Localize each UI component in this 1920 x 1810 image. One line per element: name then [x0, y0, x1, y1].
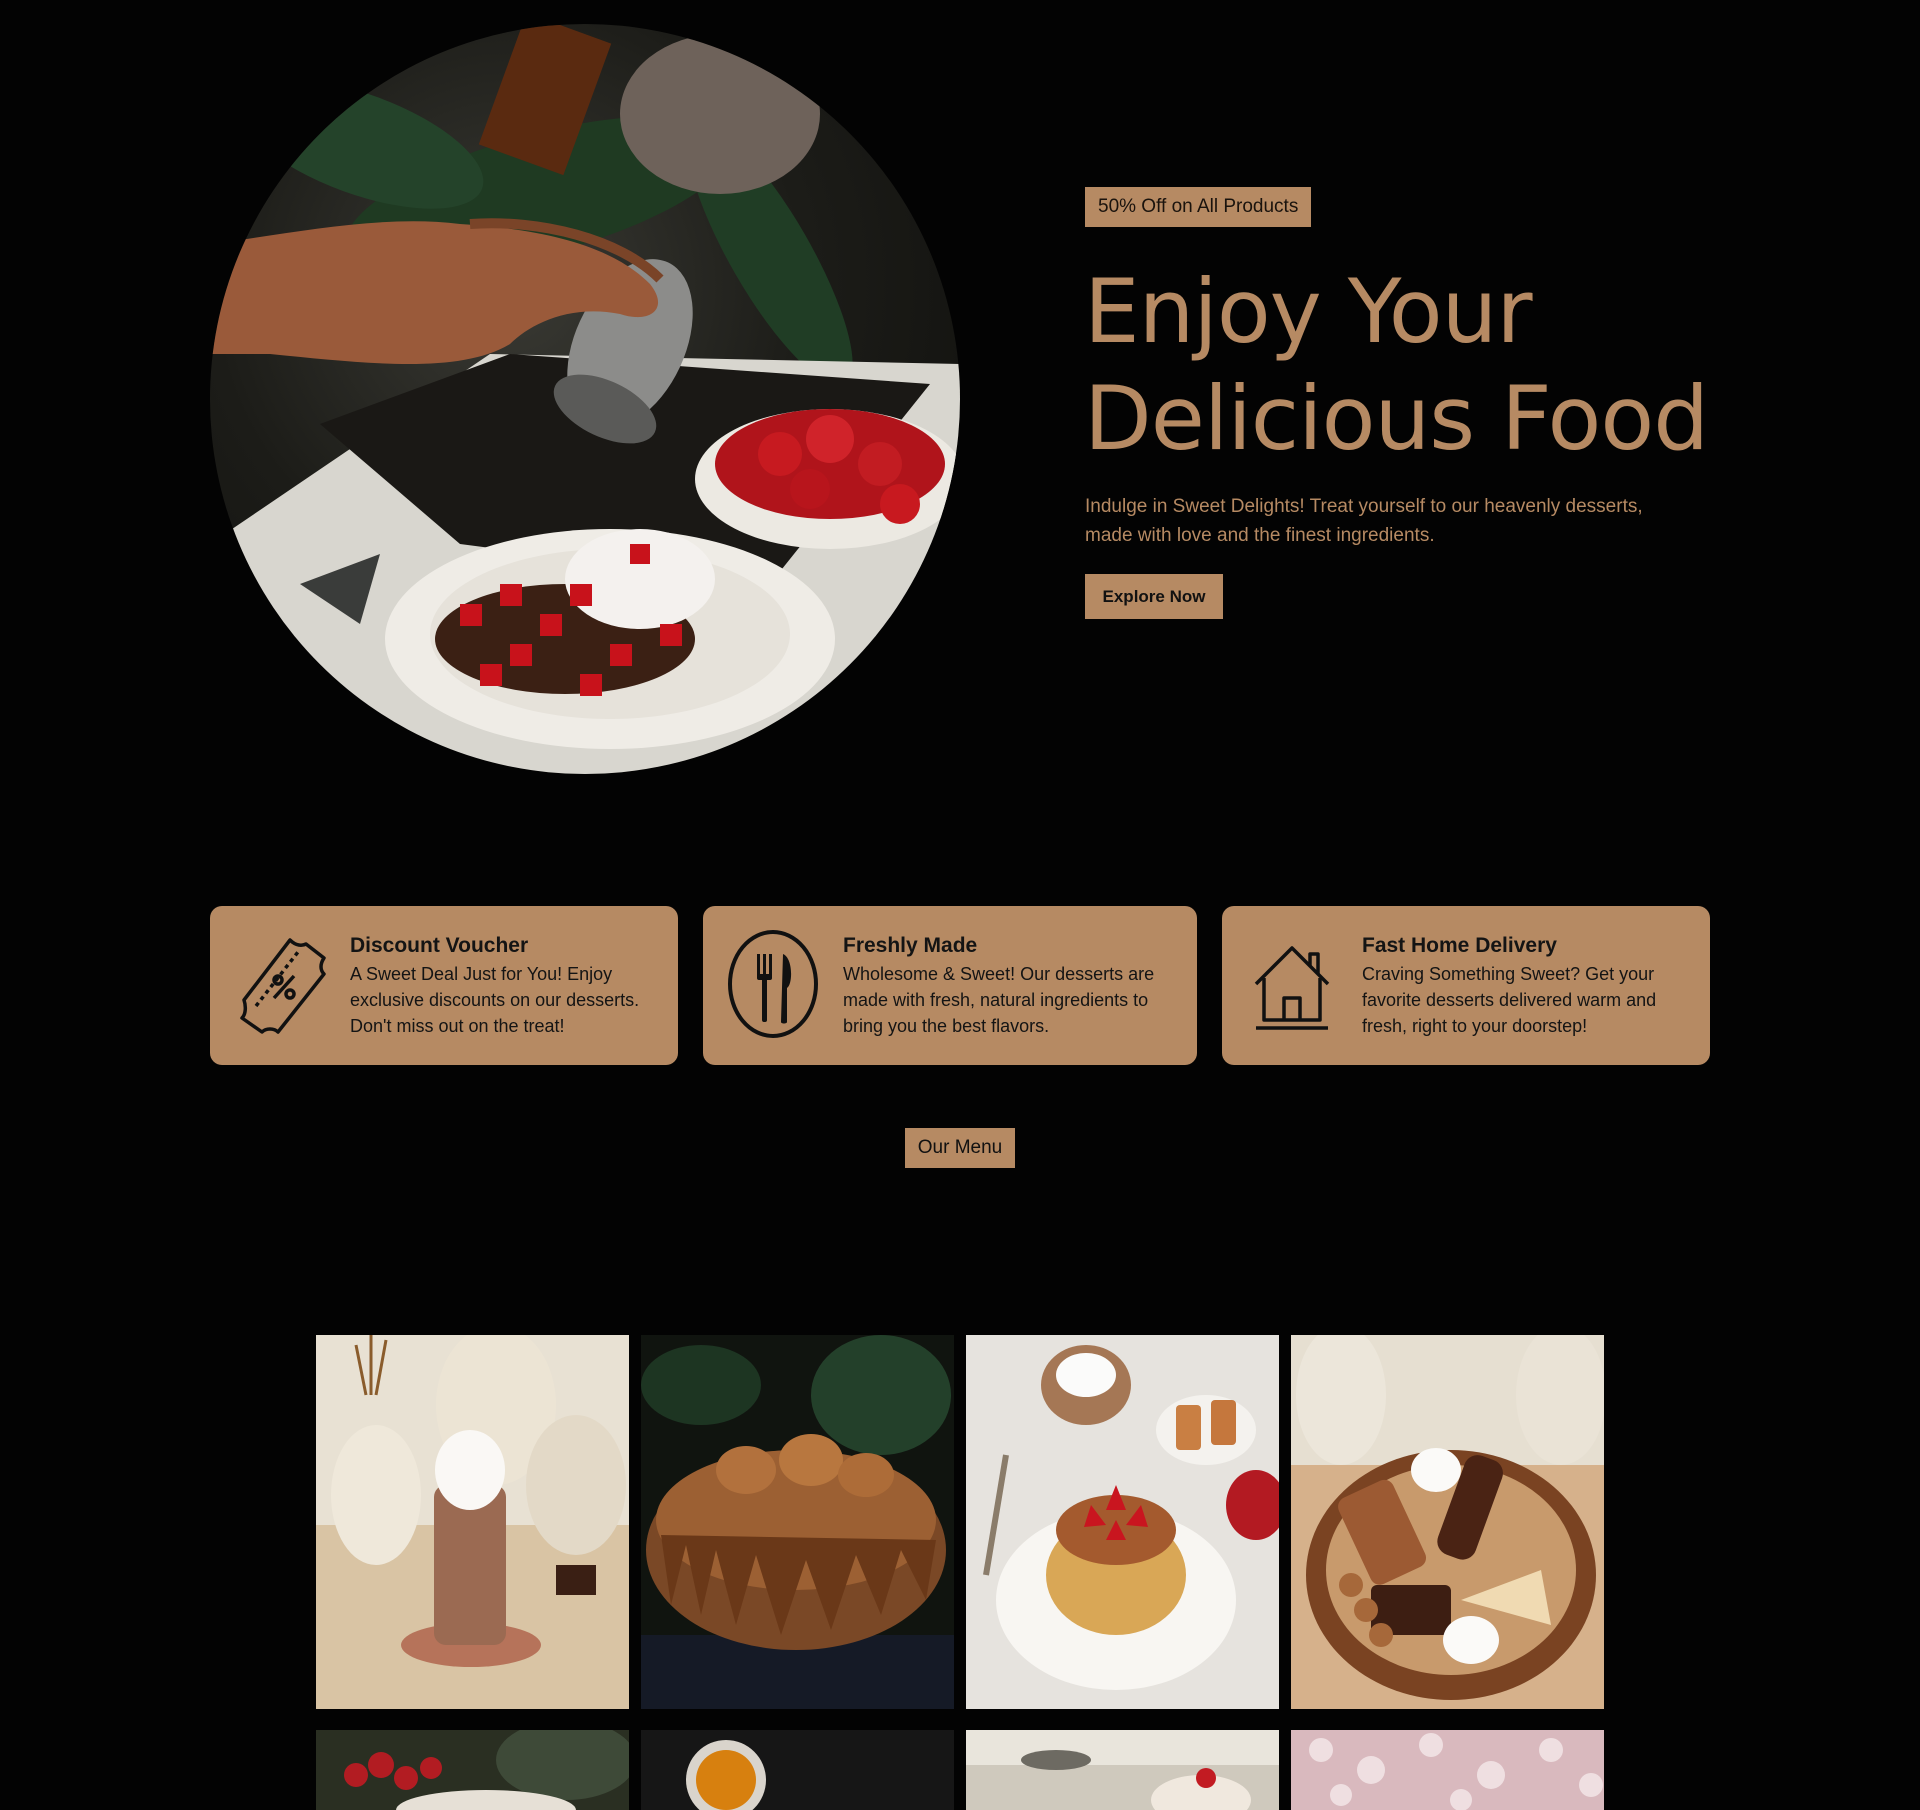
voucher-icon [232, 928, 328, 1040]
fork-knife-icon [725, 928, 821, 1040]
feature-card-discount-voucher: Discount Voucher A Sweet Deal Just for Y… [210, 906, 678, 1065]
feature-title: Freshly Made [843, 934, 978, 957]
our-menu-heading: Our Menu [905, 1128, 1015, 1168]
feature-text: Craving Something Sweet? Get your favori… [1362, 964, 1657, 1036]
menu-item-image-dessert-platter[interactable] [1291, 1335, 1604, 1709]
feature-card-freshly-made: Freshly Made Wholesome & Sweet! Our dess… [703, 906, 1197, 1065]
feature-text: Wholesome & Sweet! Our desserts are made… [843, 964, 1155, 1036]
menu-item-image-caramel-cup[interactable] [641, 1730, 954, 1810]
menu-item-image-berry-dessert[interactable] [316, 1730, 629, 1810]
feature-title: Fast Home Delivery [1362, 934, 1557, 957]
feature-title: Discount Voucher [350, 934, 529, 957]
menu-item-image-strawberry-tart[interactable] [966, 1730, 1279, 1810]
menu-item-image-floral-dessert[interactable] [1291, 1730, 1604, 1810]
menu-item-image-strawberry-pancakes[interactable] [966, 1335, 1279, 1709]
feature-card-fast-home-delivery: Fast Home Delivery Craving Something Swe… [1222, 906, 1710, 1065]
explore-now-button[interactable]: Explore Now [1085, 574, 1223, 619]
hero-title-line2: Delicious Food [1084, 367, 1709, 470]
hero-title-line1: Enjoy Your [1084, 260, 1533, 363]
hero-title: Enjoy Your Delicious Food [1084, 258, 1784, 472]
hero-image [210, 24, 960, 774]
menu-item-image-biscoff-cake[interactable] [641, 1335, 954, 1709]
home-icon [1244, 928, 1340, 1040]
hero-subtitle: Indulge in Sweet Delights! Treat yoursel… [1085, 496, 1643, 546]
feature-text: A Sweet Deal Just for You! Enjoy exclusi… [350, 964, 640, 1036]
promo-badge: 50% Off on All Products [1085, 187, 1312, 227]
menu-item-image-chocolate-shake[interactable] [316, 1335, 629, 1709]
